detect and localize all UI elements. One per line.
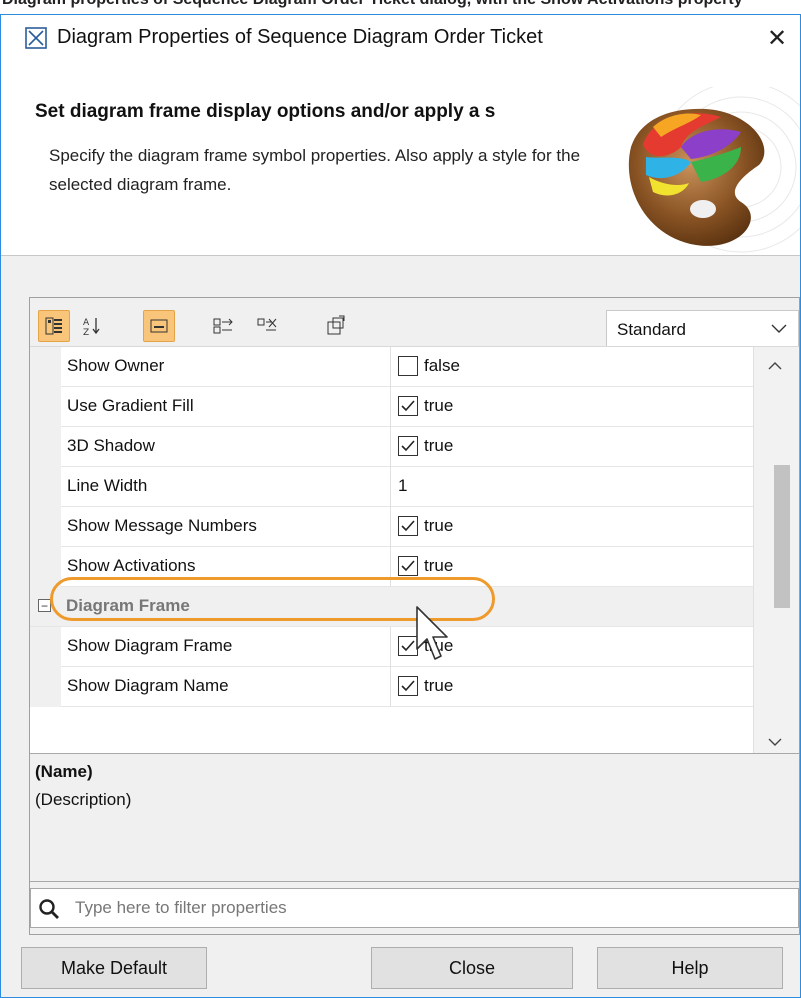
- sort-alphabetical-icon: A Z: [83, 318, 100, 337]
- description-panel: (Name) (Description): [30, 754, 799, 882]
- checkmark-icon: [401, 400, 415, 412]
- checked-checkbox[interactable]: [398, 436, 418, 456]
- property-row-show-diagram-name[interactable]: Show Diagram Name true: [30, 667, 753, 707]
- property-value-text: false: [424, 356, 460, 375]
- checked-checkbox[interactable]: [398, 636, 418, 656]
- app-icon: [25, 27, 47, 49]
- properties-panel: A Z Standard Show Owner false Use Gradie…: [29, 297, 800, 935]
- checkmark-icon: [401, 680, 415, 692]
- category-row-diagram-frame[interactable]: − Diagram Frame: [30, 587, 753, 627]
- property-row-line-width[interactable]: Line Width 1: [30, 467, 753, 507]
- description-name: (Name): [35, 762, 93, 781]
- property-value: false: [398, 356, 460, 376]
- collapse-all-button[interactable]: [252, 310, 284, 342]
- filter-properties-input[interactable]: [75, 895, 775, 921]
- property-grid: Show Owner false Use Gradient Fill true: [30, 346, 799, 754]
- property-row-show-message-numbers[interactable]: Show Message Numbers true: [30, 507, 753, 547]
- header-title: Set diagram frame display options and/or…: [35, 101, 496, 122]
- property-name: Show Message Numbers: [67, 516, 257, 535]
- property-value: true: [398, 636, 453, 656]
- property-value: true: [398, 436, 453, 456]
- description-toggle-icon: [150, 319, 168, 333]
- show-description-button[interactable]: [143, 310, 175, 342]
- property-value-text: 1: [398, 476, 408, 495]
- header-description: Specify the diagram frame symbol propert…: [49, 146, 581, 194]
- property-row-show-activations[interactable]: Show Activations true: [30, 547, 753, 587]
- window-title: Diagram Properties of Sequence Diagram O…: [57, 26, 543, 48]
- checkmark-icon: [401, 440, 415, 452]
- description-text: (Description): [35, 790, 132, 809]
- properties-toolbar: A Z Standard: [30, 298, 799, 348]
- property-value-text: true: [424, 436, 454, 455]
- checked-checkbox[interactable]: [398, 556, 418, 576]
- scroll-down-icon[interactable]: [768, 737, 782, 747]
- property-name: Show Activations: [67, 556, 196, 575]
- checked-checkbox[interactable]: [398, 396, 418, 416]
- unchecked-checkbox[interactable]: [398, 356, 418, 376]
- property-name: Use Gradient Fill: [67, 396, 194, 415]
- chevron-down-icon: [760, 311, 798, 347]
- checkmark-icon: [401, 520, 415, 532]
- search-icon: [39, 899, 59, 919]
- scroll-up-icon[interactable]: [768, 361, 782, 371]
- property-value: true: [398, 396, 453, 416]
- property-value[interactable]: 1: [398, 476, 407, 496]
- property-value-text: true: [424, 556, 454, 575]
- close-window-button[interactable]: ✕: [754, 15, 800, 61]
- property-name: Show Diagram Frame: [67, 636, 233, 655]
- expand-all-icon: [213, 318, 233, 334]
- close-button[interactable]: Close: [371, 947, 573, 989]
- help-button[interactable]: Help: [597, 947, 783, 989]
- checked-checkbox[interactable]: [398, 676, 418, 696]
- diagram-properties-dialog: Diagram Properties of Sequence Diagram O…: [0, 14, 801, 998]
- dialog-header: Set diagram frame display options and/or…: [1, 61, 800, 256]
- open-in-new-window-button[interactable]: [320, 310, 352, 342]
- property-name: Line Width: [67, 476, 148, 495]
- collapse-all-icon: [257, 318, 277, 331]
- category-label: Diagram Frame: [66, 596, 190, 615]
- filter-box: [30, 888, 799, 928]
- paint-palette-icon: [628, 87, 800, 253]
- categorized-view-button[interactable]: [38, 310, 70, 342]
- property-row-use-gradient-fill[interactable]: Use Gradient Fill true: [30, 387, 753, 427]
- property-name: Show Diagram Name: [67, 676, 229, 695]
- close-icon: ✕: [766, 24, 788, 52]
- collapse-toggle-icon[interactable]: −: [38, 599, 51, 612]
- expand-all-button[interactable]: [208, 310, 240, 342]
- open-in-new-window-icon: [327, 315, 345, 335]
- property-row-show-owner[interactable]: Show Owner false: [30, 347, 753, 387]
- property-value: true: [398, 556, 453, 576]
- property-value-text: true: [424, 636, 454, 655]
- view-mode-value: Standard: [617, 320, 686, 339]
- vertical-scrollbar[interactable]: [753, 347, 799, 753]
- view-mode-select[interactable]: Standard: [606, 310, 799, 348]
- sort-alphabetically-button[interactable]: A Z: [76, 310, 108, 342]
- property-name: 3D Shadow: [67, 436, 155, 455]
- property-value: true: [398, 676, 453, 696]
- svg-text:A: A: [83, 318, 90, 328]
- property-name: Show Owner: [67, 356, 165, 375]
- property-row-3d-shadow[interactable]: 3D Shadow true: [30, 427, 753, 467]
- property-value-text: true: [424, 396, 454, 415]
- property-value-text: true: [424, 516, 454, 535]
- checkmark-icon: [401, 560, 415, 572]
- checkmark-icon: [401, 640, 415, 652]
- property-value: true: [398, 516, 453, 536]
- make-default-button[interactable]: Make Default: [21, 947, 207, 989]
- checked-checkbox[interactable]: [398, 516, 418, 536]
- background-caption-text: Diagram properties of Sequence Diagram O…: [2, 0, 743, 9]
- title-bar: Diagram Properties of Sequence Diagram O…: [1, 15, 800, 61]
- scrollbar-thumb[interactable]: [774, 465, 790, 608]
- property-value-text: true: [424, 676, 454, 695]
- svg-text:Z: Z: [83, 328, 89, 337]
- categorized-view-icon: [45, 317, 62, 335]
- property-row-show-diagram-frame[interactable]: Show Diagram Frame true: [30, 627, 753, 667]
